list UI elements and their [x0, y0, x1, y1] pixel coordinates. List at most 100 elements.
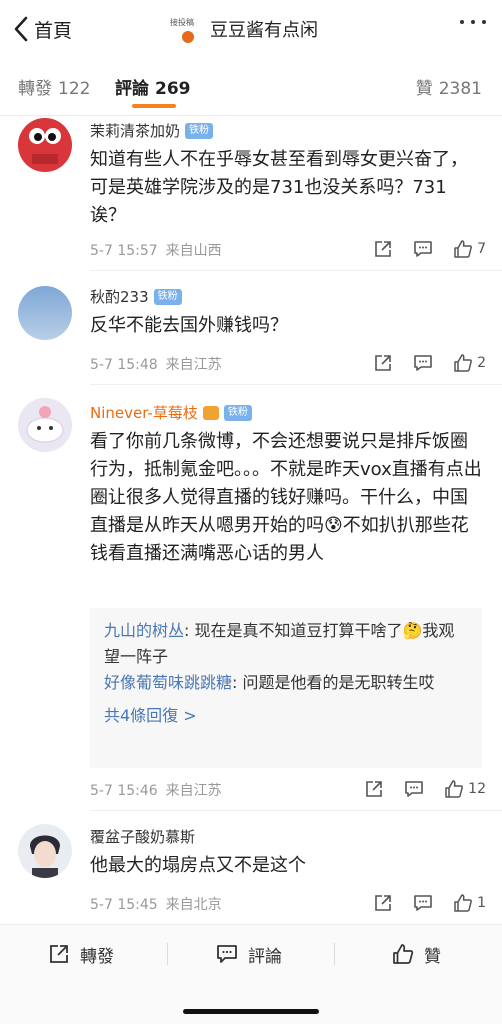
comment-username[interactable]: 茉莉清茶加奶 铁粉: [90, 120, 214, 141]
tab-likes-count: 2381: [438, 79, 482, 99]
comment-source: 来自江苏: [165, 783, 222, 799]
comment-meta: 5-7 15:48 来自江苏: [90, 354, 222, 374]
comment-icon: [414, 355, 432, 371]
like-button[interactable]: 2: [453, 353, 486, 373]
comment-time: 5-7 15:46: [90, 783, 158, 799]
like-label: 贊: [424, 946, 441, 967]
avatar[interactable]: [18, 286, 72, 340]
username-text: 茉莉清茶加奶: [90, 122, 181, 140]
username-text: 秋酌233: [90, 288, 149, 306]
comment-icon: [414, 895, 432, 911]
like-count: 1: [477, 895, 486, 911]
comment-icon: [217, 945, 237, 963]
comment-source: 来自山西: [165, 243, 222, 259]
like-count: 2: [477, 355, 486, 371]
thumbs-up-icon: [454, 354, 473, 372]
reply-preview[interactable]: 九山的树丛: 现在是真不知道豆打算干啥了🤔我观望一阵子 好像葡萄味跳跳糖: 问题…: [90, 608, 482, 768]
reply-button[interactable]: [404, 779, 424, 799]
tab-comments[interactable]: 評論 269: [115, 74, 191, 99]
share-icon: [366, 781, 382, 797]
share-button[interactable]: [373, 239, 393, 259]
comment-source: 来自北京: [165, 897, 222, 913]
home-indicator[interactable]: [183, 1009, 319, 1014]
comment-text: 知道有些人不在乎辱女甚至看到辱女更兴奋了，可是英雄学院涉及的是731也没关系吗？…: [90, 149, 468, 226]
comment-actions: 2: [353, 353, 486, 373]
bottom-action-bar: 轉發 評論 贊: [0, 924, 502, 1024]
tab-bar: 轉發 122 評論 269 贊 2381: [0, 58, 502, 116]
reply-item: 好像葡萄味跳跳糖: 问题是他看的是无职转生哎: [104, 673, 435, 692]
comment-text: 反华不能去国外赚钱吗？: [90, 315, 288, 336]
comment-time: 5-7 15:48: [90, 357, 158, 373]
comment-username[interactable]: 秋酌233 铁粉: [90, 286, 182, 307]
reply-button[interactable]: [413, 239, 433, 259]
comment-icon: [405, 781, 423, 797]
more-options-button[interactable]: [460, 20, 486, 24]
more-dot-icon: [482, 20, 486, 24]
tab-comments-count: 269: [155, 79, 191, 99]
thumbs-up-icon: [445, 780, 464, 798]
comment-button[interactable]: 評論: [216, 939, 282, 969]
fan-badge: 铁粉: [223, 404, 252, 421]
reply-button[interactable]: [413, 893, 433, 913]
more-dot-icon: [471, 20, 475, 24]
comment-text: 看了你前几条微博，不会还想要说只是排斥饭圈行为，抵制氪金吧。。。不就是昨天vox…: [90, 431, 482, 564]
like-count: 12: [468, 781, 486, 797]
comment-list: 茉莉清茶加奶 铁粉 知道有些人不在乎辱女甚至看到辱女更兴奋了，可是英雄学院涉及的…: [0, 116, 502, 924]
comment-actions: 12: [344, 779, 486, 799]
tab-likes[interactable]: 贊 2381: [416, 74, 482, 99]
tab-repost-count: 122: [58, 79, 91, 99]
comment-source: 来自江苏: [165, 357, 222, 373]
back-label: 首頁: [34, 19, 73, 42]
like-button[interactable]: 12: [444, 779, 486, 799]
tab-repost-label: 轉發: [18, 79, 52, 99]
username-text: 覆盆子酸奶慕斯: [90, 828, 196, 846]
like-button[interactable]: 7: [453, 239, 486, 259]
avatar[interactable]: [18, 118, 72, 172]
share-icon: [50, 945, 68, 963]
comment-meta: 5-7 15:45 来自北京: [90, 894, 222, 914]
avatar[interactable]: [18, 398, 72, 452]
share-button[interactable]: [373, 353, 393, 373]
verified-icon: [182, 31, 194, 43]
share-button[interactable]: [373, 893, 393, 913]
tab-repost[interactable]: 轉發 122: [18, 74, 90, 99]
comment-username[interactable]: Ninever-草莓枝 铁粉: [90, 402, 252, 423]
fan-badge: 铁粉: [153, 288, 182, 305]
comment-username[interactable]: 覆盆子酸奶慕斯: [90, 826, 195, 847]
reply-username[interactable]: 九山的树丛: [104, 621, 184, 640]
tab-comments-label: 評論: [115, 79, 149, 99]
share-button[interactable]: [364, 779, 384, 799]
like-button[interactable]: 1: [453, 893, 486, 913]
fan-badge: 铁粉: [185, 122, 214, 139]
like-post-button[interactable]: 贊: [392, 939, 441, 969]
like-count: 7: [477, 241, 486, 257]
view-all-replies-link[interactable]: 共4條回復 >: [104, 702, 468, 726]
title-tag: 接投稿: [170, 18, 194, 27]
divider: [334, 943, 335, 965]
share-icon: [375, 895, 391, 911]
reply-item: 九山的树丛: 现在是真不知道豆打算干啥了🤔我观望一阵子: [104, 621, 455, 666]
repost-label: 轉發: [80, 946, 114, 967]
divider: [90, 384, 502, 385]
title-badge: 接投稿: [170, 14, 204, 44]
crown-icon: [202, 405, 219, 420]
divider: [167, 943, 168, 965]
tab-likes-label: 贊: [415, 79, 433, 99]
page-title: 豆豆酱有点闲: [210, 20, 318, 41]
reply-text: 问题是他看的是无职转生哎: [242, 673, 435, 692]
comment-time: 5-7 15:45: [90, 897, 158, 913]
comment-meta: 5-7 15:46 来自江苏: [90, 780, 222, 800]
avatar[interactable]: [18, 824, 72, 878]
thumbs-up-icon: [454, 894, 473, 912]
divider: [90, 810, 502, 811]
comment-icon: [414, 241, 432, 257]
comment-actions: 7: [353, 239, 486, 259]
share-icon: [375, 355, 391, 371]
repost-button[interactable]: 轉發: [48, 939, 114, 969]
back-button[interactable]: 首頁: [12, 14, 72, 44]
reply-button[interactable]: [413, 353, 433, 373]
comment-text: 他最大的塌房点又不是这个: [90, 855, 306, 876]
comment-label: 評論: [248, 946, 282, 967]
reply-username[interactable]: 好像葡萄味跳跳糖: [104, 673, 232, 692]
comment-actions: 1: [353, 893, 486, 913]
